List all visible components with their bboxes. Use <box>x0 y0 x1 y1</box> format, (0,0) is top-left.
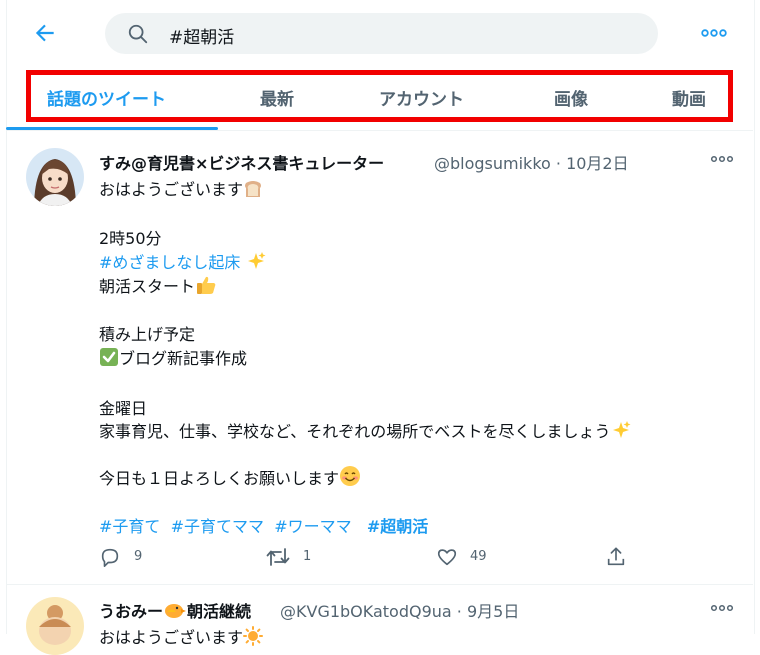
hashtag-link[interactable]: #子育てママ <box>171 517 264 536</box>
share-button[interactable] <box>605 546 629 568</box>
avatar[interactable] <box>26 148 84 206</box>
tweet-text: 朝活スタート <box>99 277 196 296</box>
tweet-text: 家事育児、仕事、学校など、それぞれの場所でベストを尽くしましょう <box>99 422 611 441</box>
sparkles-icon <box>612 421 631 438</box>
tweet-text: おはようございます <box>99 628 244 647</box>
retweet-count: 1 <box>303 549 312 564</box>
tweet-text: 今日も１日よろしくお願いします <box>99 469 340 488</box>
tweet-author-name[interactable]: すみ@育児書×ビジネス書キュレーター <box>99 150 384 174</box>
hashtag-link-current[interactable]: #超朝活 <box>367 517 428 536</box>
tweet-text: おはようございます <box>99 180 244 199</box>
tweet-text-line: 積み上げ予定 <box>99 325 196 344</box>
tweet-text-line: 家事育児、仕事、学校など、それぞれの場所でベストを尽くしましょう <box>99 418 631 442</box>
back-button[interactable] <box>32 20 58 46</box>
more-options-button[interactable] <box>700 22 728 44</box>
thumbs-up-icon <box>197 276 216 294</box>
tweet-more-icon[interactable] <box>710 152 734 166</box>
top-bar <box>0 0 760 66</box>
bread-emoji-icon <box>245 181 262 197</box>
smiling-face-icon <box>340 466 361 486</box>
chick-emoji-icon <box>165 604 187 618</box>
more-dots-icon <box>701 29 727 37</box>
hashtag-link[interactable]: #子育て <box>99 517 160 536</box>
author-name-text: うおみー <box>99 602 164 621</box>
tweet-text: ブログ新記事作成 <box>119 349 248 368</box>
reply-button[interactable]: 9 <box>99 546 159 568</box>
tweet-text-line: 朝活スタート <box>99 273 217 297</box>
tab-top-tweets[interactable]: 話題のツイート <box>47 85 166 110</box>
avatar-image <box>26 148 84 206</box>
reply-icon <box>101 548 119 567</box>
tabs-divider <box>6 130 753 131</box>
tweet-divider <box>6 584 753 585</box>
tab-videos[interactable]: 動画 <box>672 85 706 110</box>
hashtag-link[interactable]: #ワーママ <box>274 517 351 536</box>
tweet-more-icon[interactable] <box>710 601 734 615</box>
tweet-handle-date[interactable]: @blogsumikko · 10月2日 <box>434 150 629 174</box>
reply-count: 9 <box>134 549 143 564</box>
tweet-text-line: #めざましなし起床 <box>99 249 266 273</box>
check-mark-icon <box>100 348 118 366</box>
tweet-text-line: おはようございます <box>99 176 263 200</box>
hashtag-row: #子育て #子育てママ #ワーママ #超朝活 <box>99 513 428 537</box>
hashtag-link[interactable]: #めざましなし起床 <box>99 253 240 272</box>
back-arrow-icon <box>35 24 54 42</box>
share-icon <box>607 547 625 566</box>
tab-accounts[interactable]: アカウント <box>379 85 464 110</box>
tweet-author-name[interactable]: うおみー 朝活継続 <box>99 598 251 622</box>
tab-latest[interactable]: 最新 <box>260 85 294 110</box>
tweet-handle-date[interactable]: @KVG1bOKatodQ9ua · 9月5日 <box>280 598 519 622</box>
tweet-text-line: 金曜日 <box>99 399 148 418</box>
sparkles-icon <box>247 252 266 269</box>
retweet-icon <box>266 548 290 566</box>
avatar[interactable] <box>26 597 84 655</box>
tweet-text-line: ブログ新記事作成 <box>99 345 247 369</box>
heart-icon <box>437 549 457 566</box>
like-count: 49 <box>470 549 487 564</box>
sun-icon <box>243 626 264 646</box>
like-button[interactable]: 49 <box>436 546 496 568</box>
tab-images[interactable]: 画像 <box>554 85 588 110</box>
search-icon <box>128 24 148 44</box>
search-bar[interactable] <box>105 13 658 54</box>
avatar-image <box>26 597 84 655</box>
search-input[interactable] <box>167 21 641 49</box>
tweet-text-line: 2時50分 <box>99 229 162 248</box>
retweet-button[interactable]: 1 <box>265 546 325 568</box>
author-name-text: 朝活継続 <box>187 602 252 621</box>
tweet-text-line: 今日も１日よろしくお願いします <box>99 465 361 489</box>
tweet-text-line: おはようございます <box>99 624 264 648</box>
